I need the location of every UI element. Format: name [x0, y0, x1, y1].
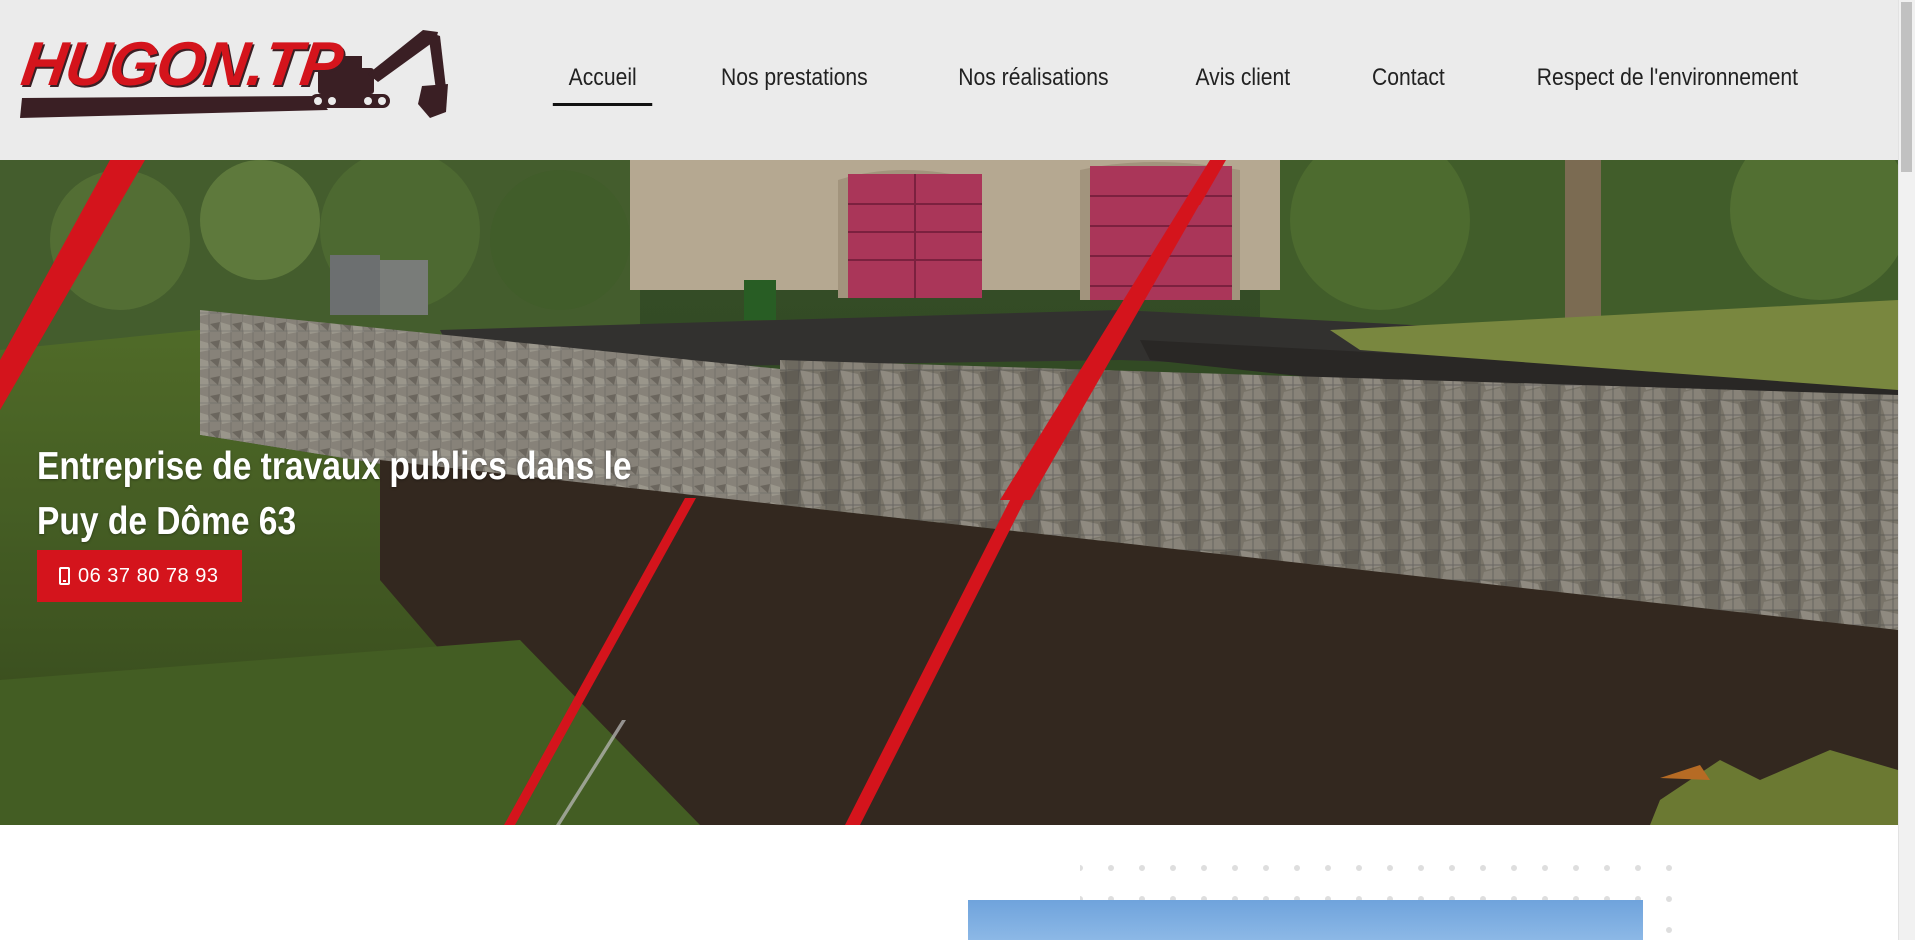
- phone-number-label: 06 37 80 78 93: [78, 564, 219, 587]
- page-scrollbar[interactable]: [1898, 0, 1915, 940]
- nav-item-nos-realisations[interactable]: Nos réalisations: [943, 56, 1125, 106]
- main-navigation: Accueil Nos prestations Nos réalisations…: [512, 56, 1834, 106]
- content-preview-image: [968, 900, 1643, 940]
- mobile-phone-icon: [59, 567, 70, 585]
- phone-call-button[interactable]: 06 37 80 78 93: [37, 550, 243, 602]
- nav-item-contact[interactable]: Contact: [1356, 56, 1460, 106]
- site-header: HUGON.TP Accueil Nos prestations Nos réa…: [0, 0, 1898, 160]
- hero-title: Entreprise de travaux publics dans le Pu…: [37, 445, 632, 544]
- logo-text: HUGON.TP: [17, 30, 347, 99]
- hero-banner: Entreprise de travaux publics dans le Pu…: [0, 160, 1898, 825]
- nav-item-respect-environnement[interactable]: Respect de l'environnement: [1521, 56, 1814, 106]
- nav-item-avis-client[interactable]: Avis client: [1180, 56, 1306, 106]
- nav-item-accueil[interactable]: Accueil: [552, 56, 653, 106]
- site-logo[interactable]: HUGON.TP: [17, 26, 448, 126]
- scrollbar-thumb[interactable]: [1901, 2, 1912, 172]
- nav-item-nos-prestations[interactable]: Nos prestations: [706, 56, 884, 106]
